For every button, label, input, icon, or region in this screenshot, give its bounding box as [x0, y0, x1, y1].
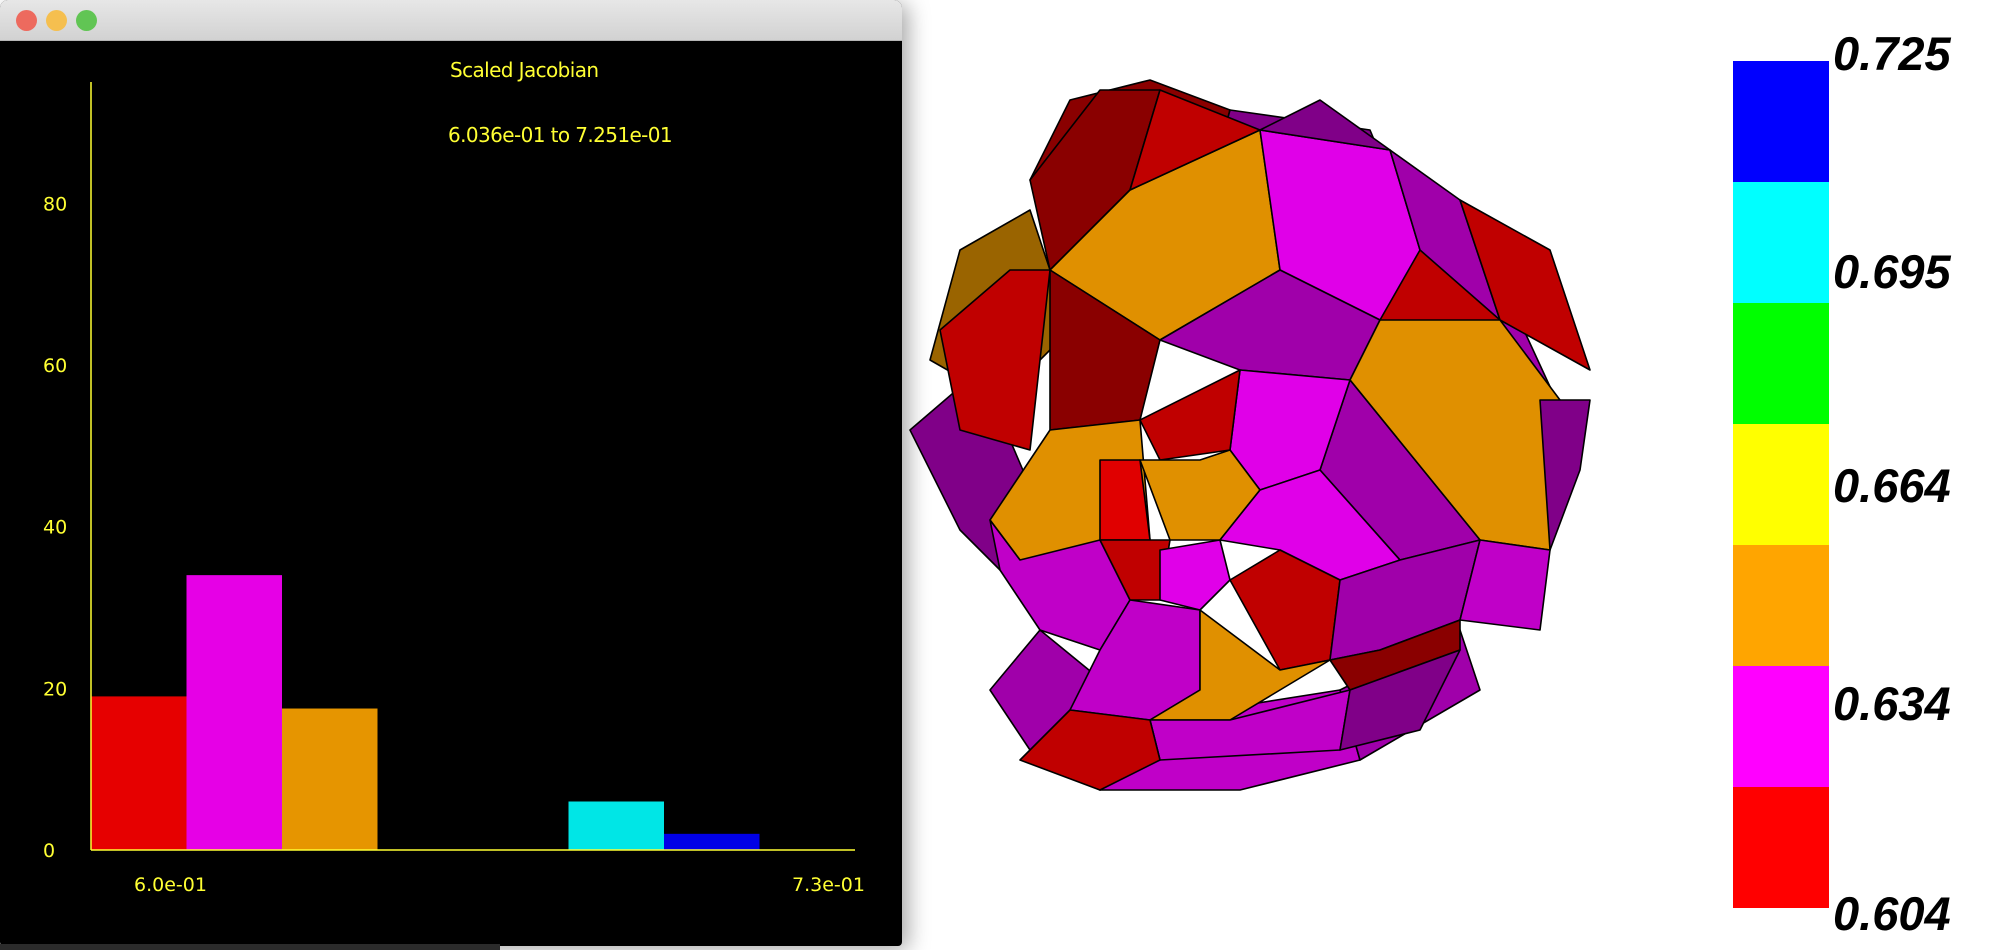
legend-label: 0.634: [1833, 677, 1951, 730]
mesh-face: [1139, 369, 1241, 461]
legend-swatch: [1733, 182, 1829, 303]
legend-swatch: [1733, 545, 1829, 666]
x-tick-label: 7.3e-01: [792, 874, 865, 896]
legend-swatch: [1733, 787, 1829, 908]
y-tick-label: 40: [43, 517, 67, 539]
histogram-bar: [282, 708, 378, 850]
legend-swatch: [1733, 424, 1829, 545]
mesh-render[interactable]: [900, 70, 1700, 860]
legend-label: 0.725: [1833, 27, 1951, 80]
legend-label: 0.695: [1833, 245, 1951, 298]
histogram-window: 80 60 40 20 0 6.0e-01 7.3e-01 Scaled Jacobian …: [0, 0, 902, 946]
histogram-bar: [186, 575, 282, 850]
histogram-range: 6.036e-01 to 7.251e-01: [448, 123, 673, 147]
legend-label: 0.664: [1833, 459, 1951, 512]
window-bottom-edge: [0, 944, 500, 950]
legend-swatch: [1733, 303, 1829, 424]
y-tick-label: 0: [43, 840, 55, 862]
color-legend: [1733, 61, 1829, 908]
histogram-bar: [91, 696, 187, 850]
y-tick-label: 60: [43, 355, 67, 377]
histogram-title: Scaled Jacobian: [450, 58, 599, 82]
histogram-bar: [664, 833, 760, 850]
histogram-bar: [568, 801, 664, 850]
legend-label: 0.604: [1833, 887, 1951, 940]
x-tick-label: 6.0e-01: [134, 874, 207, 896]
y-tick-label: 80: [43, 193, 67, 215]
legend-swatch: [1733, 61, 1829, 182]
legend-swatch: [1733, 666, 1829, 787]
mesh-face: [1159, 539, 1231, 611]
y-tick-label: 20: [43, 678, 67, 700]
